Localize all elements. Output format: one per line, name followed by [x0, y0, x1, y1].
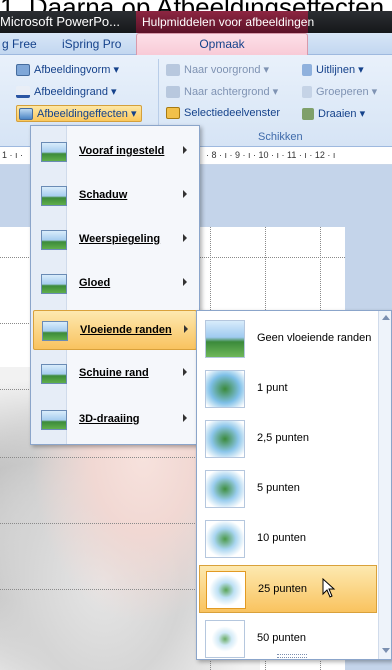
align-icon	[302, 63, 312, 76]
menu-item-label: Schaduw	[79, 189, 128, 201]
bring-forward-label: Naar voorgrond ▾	[184, 64, 270, 76]
title-bar: Microsoft PowerPo... Hulpmiddelen voor a…	[0, 11, 392, 33]
send-backward-icon	[166, 85, 180, 98]
chevron-right-icon	[183, 414, 187, 422]
menu-item-preset[interactable]: Vooraf ingesteld	[33, 132, 197, 172]
selection-pane-button[interactable]: Selectiedeelvenster	[166, 107, 280, 119]
gallery-item-label: 5 punten	[257, 482, 300, 494]
menu-item-label: Gloed	[79, 277, 111, 289]
picture-shape-icon	[16, 63, 30, 76]
gallery-item-label: Geen vloeiende randen	[257, 332, 372, 344]
pencil-icon	[16, 85, 30, 98]
resize-grip[interactable]	[277, 654, 307, 658]
tab-opmaak[interactable]: Opmaak	[136, 33, 308, 56]
landscape-thumbnail-icon	[206, 571, 246, 609]
chevron-right-icon	[184, 325, 188, 333]
menu-item-label: Weerspiegeling	[79, 233, 161, 245]
menu-item-bevel[interactable]: Schuine rand	[33, 354, 197, 394]
preset-icon	[41, 142, 67, 162]
mouse-cursor-icon	[322, 578, 336, 598]
gallery-item-no-soft-edges[interactable]: Geen vloeiende randen	[199, 315, 377, 363]
tab-ispring-pro[interactable]: iSpring Pro	[62, 37, 121, 51]
menu-item-label: 3D-draaiing	[79, 413, 140, 425]
app-title: Microsoft PowerPo...	[0, 14, 120, 29]
bevel-icon	[41, 364, 67, 384]
glow-icon	[41, 274, 67, 294]
chevron-right-icon	[183, 278, 187, 286]
menu-item-shadow[interactable]: Schaduw	[33, 176, 197, 216]
scroll-down-icon[interactable]	[382, 648, 390, 653]
picture-border-label: Afbeeldingrand ▾	[34, 86, 117, 98]
picture-effects-button[interactable]: Afbeeldingeffecten ▾	[16, 105, 142, 122]
shadow-icon	[41, 186, 67, 206]
landscape-thumbnail-icon	[205, 620, 245, 658]
chevron-right-icon	[183, 368, 187, 376]
chevron-right-icon	[183, 190, 187, 198]
menu-item-reflection[interactable]: Weerspiegeling	[33, 220, 197, 260]
gallery-item-label: 25 punten	[258, 583, 307, 595]
soft-edges-icon	[42, 321, 68, 341]
gallery-item-25pt[interactable]: 25 punten	[199, 565, 377, 613]
picture-border-button[interactable]: Afbeeldingrand ▾	[16, 85, 117, 98]
rotate-button[interactable]: Draaien ▾	[302, 107, 365, 120]
gallery-item-label: 2,5 punten	[257, 432, 309, 444]
landscape-thumbnail-icon	[205, 370, 245, 408]
soft-edges-gallery: Geen vloeiende randen 1 punt 2,5 punten …	[196, 310, 392, 660]
menu-item-soft-edges[interactable]: Vloeiende randen	[33, 310, 197, 350]
picture-effects-label: Afbeeldingeffecten ▾	[37, 108, 137, 120]
tab-free[interactable]: g Free	[2, 37, 37, 51]
group-label-schikken: Schikken	[258, 131, 303, 143]
ribbon-separator	[158, 59, 159, 135]
gallery-item-2-5pt[interactable]: 2,5 punten	[199, 415, 377, 463]
send-backward-label: Naar achtergrond ▾	[184, 86, 279, 98]
bring-forward-button[interactable]: Naar voorgrond ▾	[166, 63, 269, 76]
align-label: Uitlijnen ▾	[316, 64, 364, 76]
menu-item-3d-rotation[interactable]: 3D-draaiing	[33, 400, 197, 440]
landscape-thumbnail-icon	[205, 470, 245, 508]
3d-rotation-icon	[41, 410, 67, 430]
gallery-item-1pt[interactable]: 1 punt	[199, 365, 377, 413]
group-icon	[302, 85, 312, 98]
context-tab-title: Hulpmiddelen voor afbeeldingen	[136, 11, 314, 33]
ribbon-tabs: g Free iSpring Pro Opmaak	[0, 33, 392, 56]
gallery-item-label: 10 punten	[257, 532, 306, 544]
gallery-item-label: 1 punt	[257, 382, 288, 394]
rotate-icon	[302, 107, 314, 120]
chevron-right-icon	[183, 146, 187, 154]
ruler-left-ticks: 1 · ı ·	[2, 150, 24, 160]
group-button[interactable]: Groeperen ▾	[302, 85, 377, 98]
landscape-thumbnail-icon	[205, 520, 245, 558]
picture-effects-icon	[19, 107, 33, 120]
reflection-icon	[41, 230, 67, 250]
bring-forward-icon	[166, 63, 180, 76]
landscape-thumbnail-icon	[205, 320, 245, 358]
picture-effects-menu: Vooraf ingesteld Schaduw Weerspiegeling …	[30, 125, 200, 445]
group-label: Groeperen ▾	[316, 86, 378, 98]
gallery-item-5pt[interactable]: 5 punten	[199, 465, 377, 513]
menu-item-label: Vloeiende randen	[80, 324, 172, 336]
gallery-item-label: 50 punten	[257, 632, 306, 644]
send-backward-button[interactable]: Naar achtergrond ▾	[166, 85, 278, 98]
ruler-right-ticks: · 8 · ı · 9 · ı · 10 · ı · 11 · ı · 12 ·…	[206, 150, 336, 160]
gallery-item-10pt[interactable]: 10 punten	[199, 515, 377, 563]
picture-shape-button[interactable]: Afbeeldingvorm ▾	[16, 63, 119, 76]
menu-item-label: Schuine rand	[79, 367, 149, 379]
selection-pane-label: Selectiedeelvenster	[184, 107, 281, 119]
selection-pane-icon	[166, 107, 180, 119]
picture-shape-label: Afbeeldingvorm ▾	[34, 64, 120, 76]
rotate-label: Draaien ▾	[318, 108, 366, 120]
menu-item-glow[interactable]: Gloed	[33, 264, 197, 304]
chevron-right-icon	[183, 234, 187, 242]
scroll-up-icon[interactable]	[382, 315, 390, 320]
landscape-thumbnail-icon	[205, 420, 245, 458]
align-button[interactable]: Uitlijnen ▾	[302, 63, 364, 76]
menu-item-label: Vooraf ingesteld	[79, 145, 165, 157]
gallery-scrollbar[interactable]	[378, 311, 391, 659]
